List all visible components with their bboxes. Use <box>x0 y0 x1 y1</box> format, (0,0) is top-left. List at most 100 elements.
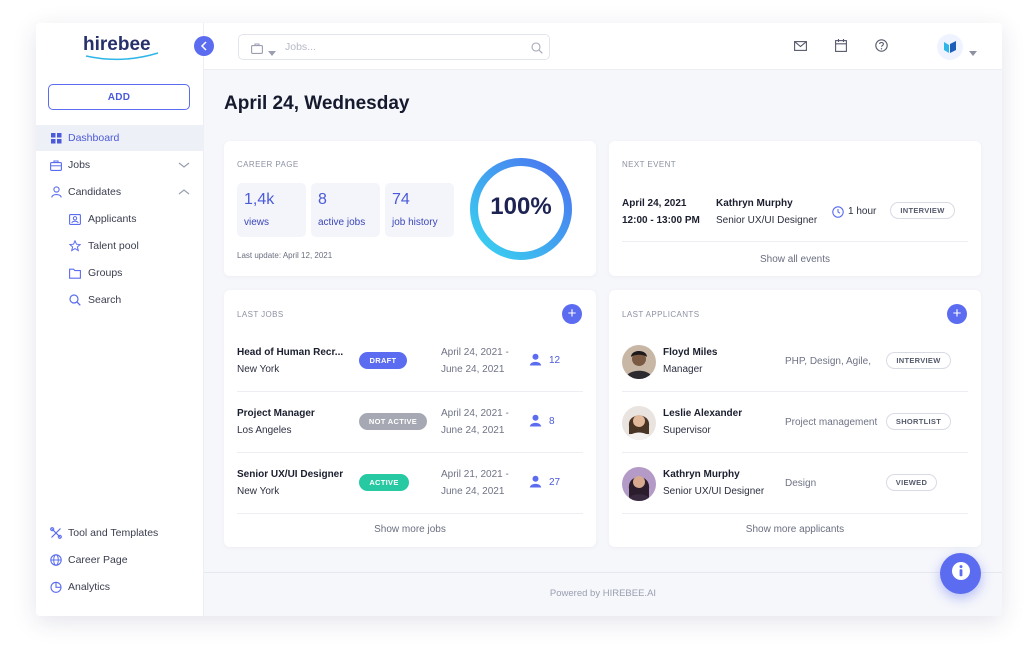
event-person-role: Senior UX/UI Designer <box>716 215 818 226</box>
tools-icon <box>49 526 63 540</box>
candidates-icon <box>529 475 543 489</box>
candidates-icon <box>529 414 543 428</box>
search-bar[interactable] <box>238 34 550 60</box>
candidates-count[interactable]: 12 <box>549 355 560 366</box>
profile-logo-icon[interactable] <box>937 34 963 60</box>
sidebar-item-talent-pool[interactable]: Talent pool <box>36 233 204 259</box>
candidates-count[interactable]: 8 <box>549 416 555 427</box>
mail-icon[interactable] <box>794 39 808 53</box>
show-more-jobs-link[interactable]: Show more jobs <box>224 524 596 535</box>
event-person-name[interactable]: Kathryn Murphy <box>716 198 793 209</box>
sidebar-item-label: Talent pool <box>88 240 139 252</box>
applicant-name[interactable]: Leslie Alexander <box>663 408 742 419</box>
avatar[interactable] <box>622 406 656 440</box>
chevron-down-icon[interactable] <box>178 160 190 170</box>
show-all-events-link[interactable]: Show all events <box>609 254 981 265</box>
job-title[interactable]: Project Manager <box>237 408 315 419</box>
applicant-skills: Design <box>785 478 817 489</box>
divider <box>237 391 583 392</box>
calendar-icon[interactable] <box>835 39 849 53</box>
candidates-icon <box>529 353 543 367</box>
search-icon <box>68 293 82 307</box>
pie-chart-icon <box>49 580 63 594</box>
avatar[interactable] <box>622 345 656 379</box>
sidebar-item-label: Tool and Templates <box>68 527 159 539</box>
sidebar-item-search[interactable]: Search <box>36 287 204 313</box>
stat-views[interactable]: 1,4k views <box>237 183 306 237</box>
job-date-from: April 21, 2021 - <box>441 469 509 480</box>
sidebar-item-applicants[interactable]: Applicants <box>36 206 204 232</box>
event-duration: 1 hour <box>848 206 877 217</box>
status-badge: SHORTLIST <box>886 413 951 430</box>
briefcase-icon <box>251 41 263 59</box>
applicant-role: Supervisor <box>663 425 711 436</box>
card-title: NEXT EVENT <box>622 160 677 169</box>
job-title[interactable]: Head of Human Recr... <box>237 347 343 358</box>
avatar[interactable] <box>622 467 656 501</box>
job-title[interactable]: Senior UX/UI Designer <box>237 469 343 480</box>
job-location: New York <box>237 486 280 497</box>
status-badge: VIEWED <box>886 474 937 491</box>
sidebar-item-dashboard[interactable]: Dashboard <box>36 125 204 151</box>
sidebar-item-tools[interactable]: Tool and Templates <box>36 520 204 546</box>
sidebar-item-label: Career Page <box>68 554 128 566</box>
divider <box>237 452 583 453</box>
divider <box>237 513 583 514</box>
last-applicants-card: LAST APPLICANTS + Floyd Miles Manager PH… <box>609 290 981 547</box>
career-page-card: CAREER PAGE 1,4k views 8 active jobs 74 … <box>224 141 596 276</box>
user-icon <box>49 185 63 199</box>
folder-icon <box>68 266 82 280</box>
stat-value: 74 <box>392 191 410 208</box>
stat-job-history[interactable]: 74 job history <box>385 183 454 237</box>
next-event-card: NEXT EVENT April 24, 2021 12:00 - 13:00 … <box>609 141 981 276</box>
info-icon <box>951 561 971 586</box>
progress-percentage: 100% <box>490 193 552 220</box>
status-badge: NOT ACTIVE <box>359 413 427 430</box>
sidebar-item-label: Search <box>88 294 122 306</box>
status-badge: DRAFT <box>359 352 407 369</box>
applicant-skills: PHP, Design, Agile, <box>785 356 871 367</box>
applicant-skills: Project management <box>785 417 878 428</box>
star-icon <box>68 239 82 253</box>
sidebar-item-groups[interactable]: Groups <box>36 260 204 286</box>
search-input[interactable] <box>285 40 525 54</box>
card-title: CAREER PAGE <box>237 160 299 169</box>
caret-down-icon[interactable] <box>268 44 276 62</box>
hirebee-logo[interactable]: hirebee <box>82 32 162 62</box>
briefcase-icon <box>49 158 63 172</box>
divider <box>622 391 968 392</box>
show-more-applicants-link[interactable]: Show more applicants <box>609 524 981 535</box>
stat-value: 1,4k <box>244 191 275 208</box>
sidebar-collapse-button[interactable] <box>194 36 214 56</box>
help-icon[interactable] <box>875 39 889 53</box>
sidebar-item-jobs[interactable]: Jobs <box>36 152 204 178</box>
add-applicant-button[interactable]: + <box>947 304 967 324</box>
sidebar-item-analytics[interactable]: Analytics <box>36 574 204 600</box>
sidebar-item-label: Applicants <box>88 213 137 225</box>
job-location: New York <box>237 364 280 375</box>
caret-down-icon[interactable] <box>969 44 977 56</box>
candidates-count[interactable]: 27 <box>549 477 560 488</box>
sidebar-item-candidates[interactable]: Candidates <box>36 179 204 205</box>
stat-active-jobs[interactable]: 8 active jobs <box>311 183 380 237</box>
page-title: April 24, Wednesday <box>224 93 410 114</box>
info-button[interactable] <box>940 553 981 594</box>
card-title: LAST APPLICANTS <box>622 310 700 319</box>
add-job-button[interactable]: + <box>562 304 582 324</box>
id-card-icon <box>68 212 82 226</box>
chevron-up-icon[interactable] <box>178 187 190 197</box>
sidebar: hirebee ADD Dashboard Jobs Candidates Ap… <box>36 23 204 616</box>
sidebar-item-career-page[interactable]: Career Page <box>36 547 204 573</box>
search-icon[interactable] <box>531 41 543 59</box>
job-date-to: June 24, 2021 <box>441 425 505 436</box>
applicant-role: Senior UX/UI Designer <box>663 486 765 497</box>
sidebar-item-label: Jobs <box>68 159 91 171</box>
applicant-name[interactable]: Kathryn Murphy <box>663 469 740 480</box>
svg-text:hirebee: hirebee <box>83 34 151 55</box>
card-title: LAST JOBS <box>237 310 284 319</box>
stat-caption: views <box>244 217 270 228</box>
event-date: April 24, 2021 <box>622 198 687 209</box>
applicant-name[interactable]: Floyd Miles <box>663 347 717 358</box>
footer-divider <box>204 572 1002 573</box>
add-button[interactable]: ADD <box>48 84 190 110</box>
